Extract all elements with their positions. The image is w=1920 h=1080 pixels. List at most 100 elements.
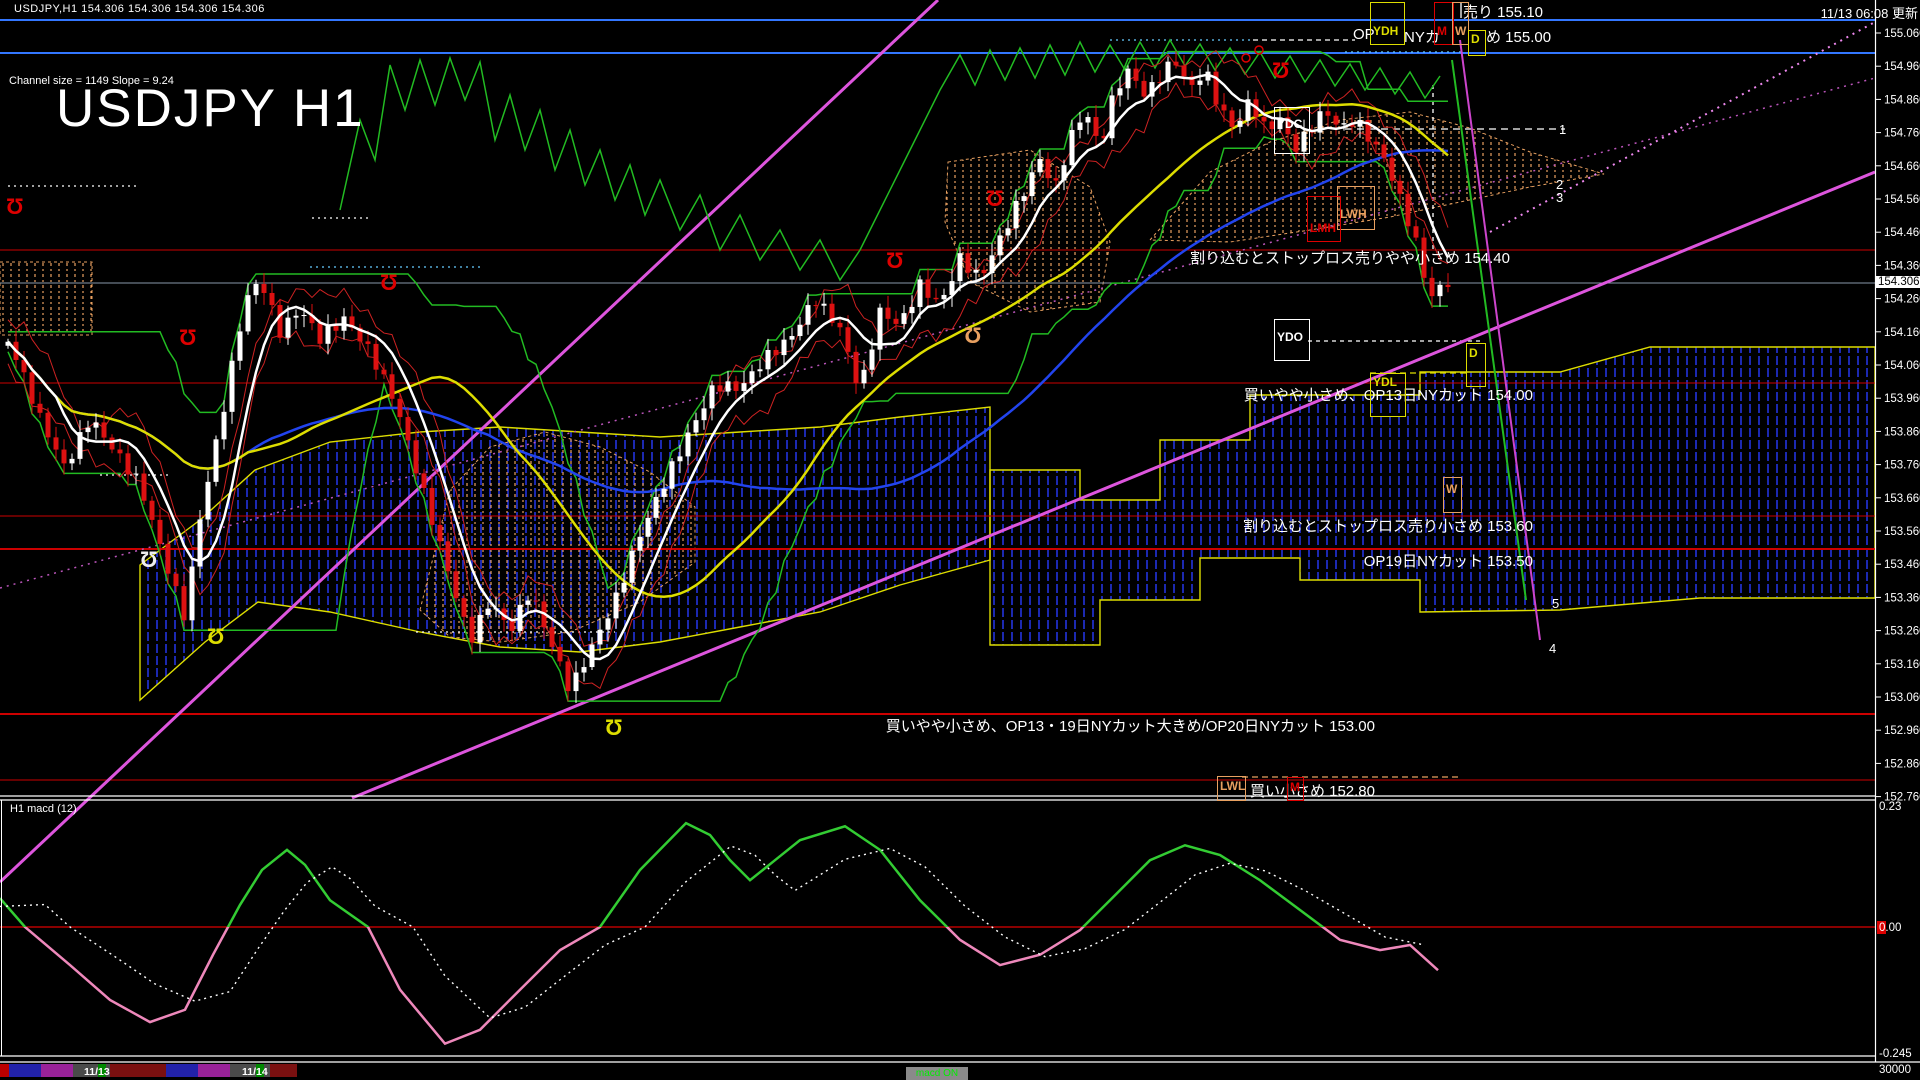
price-axis-label: 152.860 xyxy=(1884,758,1920,770)
order-board-annotation: 割り込むとストップロス売り小さめ 153.60 xyxy=(1242,518,1533,535)
price-axis-label: 154.360 xyxy=(1884,260,1920,272)
candle-up xyxy=(741,383,747,391)
current-price-tag: 154.306 xyxy=(1876,276,1920,288)
candle-down xyxy=(1133,68,1139,81)
candle-down xyxy=(389,374,395,399)
pattern-mark-icon: Ʊ xyxy=(964,323,982,348)
timeline-date-label: 11/14 xyxy=(242,1066,268,1078)
marker-label-ydc: YDC xyxy=(1277,117,1303,131)
candle-up xyxy=(613,592,619,619)
candle-down xyxy=(885,307,891,319)
marker-label-ydo: YDO xyxy=(1277,330,1304,344)
candle-up xyxy=(301,315,307,317)
timeline-segment xyxy=(9,1064,41,1077)
ticker-line: USDJPY,H1 154.306 154.306 154.306 154.30… xyxy=(14,3,265,15)
candle-up xyxy=(901,313,907,324)
price-axis-label: 152.960 xyxy=(1884,725,1920,737)
price-axis-label: 153.960 xyxy=(1884,393,1920,405)
candle-up xyxy=(957,253,963,282)
candle-down xyxy=(141,473,147,501)
candle-up xyxy=(797,324,803,337)
candle-down xyxy=(421,473,427,488)
candle-up xyxy=(133,473,139,475)
candle-up xyxy=(293,315,299,318)
candle-down xyxy=(149,500,155,520)
candle-up xyxy=(1029,172,1035,197)
candle-down xyxy=(429,487,435,525)
candle-down xyxy=(1221,104,1227,111)
price-axis-label: 153.560 xyxy=(1884,526,1920,538)
candle-down xyxy=(397,398,403,418)
candle-down xyxy=(29,372,35,404)
candle-up xyxy=(861,369,867,384)
wave-count-label: 3 xyxy=(1556,190,1564,205)
candle-up xyxy=(661,488,667,497)
candle-up xyxy=(245,295,251,332)
candle-up xyxy=(1069,129,1075,166)
candle-up xyxy=(789,336,795,340)
timeline-date-label: 11/13 xyxy=(84,1066,110,1078)
timeline-segment xyxy=(198,1064,230,1077)
order-board-annotation: 割り込むとストップロス売りやや小さめ 154.40 xyxy=(1189,250,1510,267)
candle-down xyxy=(893,318,899,324)
candle-up xyxy=(765,349,771,370)
candle-up xyxy=(589,644,595,668)
marker-label-ydh: YDH xyxy=(1373,24,1399,38)
macd-toggle-button[interactable]: macd ON xyxy=(906,1067,968,1080)
candle-up xyxy=(757,369,763,372)
order-board-annotation: め 155.00 xyxy=(1486,29,1552,46)
chart-canvas[interactable]: 155.060 154.960 154.860 154.760 154.660 154.5… xyxy=(0,0,1920,1080)
candle-down xyxy=(1333,115,1339,125)
marker-box-lmh xyxy=(1307,196,1341,242)
timeline-strip[interactable]: 11/13 11/14 xyxy=(0,1064,297,1078)
candle-up xyxy=(85,427,91,433)
candle-up xyxy=(69,458,75,464)
candle-down xyxy=(1405,193,1411,227)
candle-down xyxy=(1445,284,1451,287)
candle-down xyxy=(37,403,43,413)
candle-up xyxy=(1013,200,1019,229)
price-axis-label: 155.060 xyxy=(1884,28,1920,40)
marker-label-lmh: LMH xyxy=(1310,221,1336,235)
candle-up xyxy=(1237,120,1243,127)
candle-up xyxy=(525,600,531,605)
timeline-segment xyxy=(166,1064,198,1077)
candle-down xyxy=(277,305,283,338)
candle-down xyxy=(1261,117,1267,122)
pattern-mark-icon: Ʊ xyxy=(207,624,225,649)
order-board-annotation: OP19日NYカット 153.50 xyxy=(1363,553,1533,570)
macd-zero-label: 0.00 xyxy=(1879,922,1901,934)
candle-down xyxy=(1229,110,1235,127)
price-axis-label: 153.160 xyxy=(1884,659,1920,671)
candle-down xyxy=(845,327,851,352)
updated-timestamp: 11/13 06:08 更新 xyxy=(1820,6,1918,21)
candle-up xyxy=(573,672,579,692)
candle-down xyxy=(925,279,931,298)
candle-down xyxy=(1053,178,1059,181)
candle-down xyxy=(717,385,723,392)
candle-down xyxy=(157,519,163,544)
candle-down xyxy=(445,541,451,572)
candle-up xyxy=(229,360,235,412)
candle-up xyxy=(805,305,811,325)
cloud-polygon xyxy=(1148,111,1605,243)
order-board-annotation: 買い小さめ 152.80 xyxy=(1249,783,1375,800)
candle-down xyxy=(1325,111,1331,116)
candle-up xyxy=(917,279,923,307)
price-axis[interactable]: 155.060 154.960 154.860 154.760 154.660 154.5… xyxy=(1875,28,1920,1076)
candle-down xyxy=(453,571,459,599)
candle-up xyxy=(693,420,699,433)
price-axis-label: 153.060 xyxy=(1884,692,1920,704)
candle-down xyxy=(101,422,107,438)
price-axis-label: 154.560 xyxy=(1884,194,1920,206)
price-axis-label: 154.760 xyxy=(1884,128,1920,140)
candle-down xyxy=(469,616,475,643)
candle-down xyxy=(533,600,539,602)
candle-down xyxy=(557,646,563,662)
candle-down xyxy=(117,449,123,454)
candle-up xyxy=(1077,122,1083,130)
candle-up xyxy=(597,629,603,645)
candle-up xyxy=(629,550,635,583)
candle-up xyxy=(821,303,827,306)
pattern-mark-icon: Ʊ xyxy=(605,715,623,740)
